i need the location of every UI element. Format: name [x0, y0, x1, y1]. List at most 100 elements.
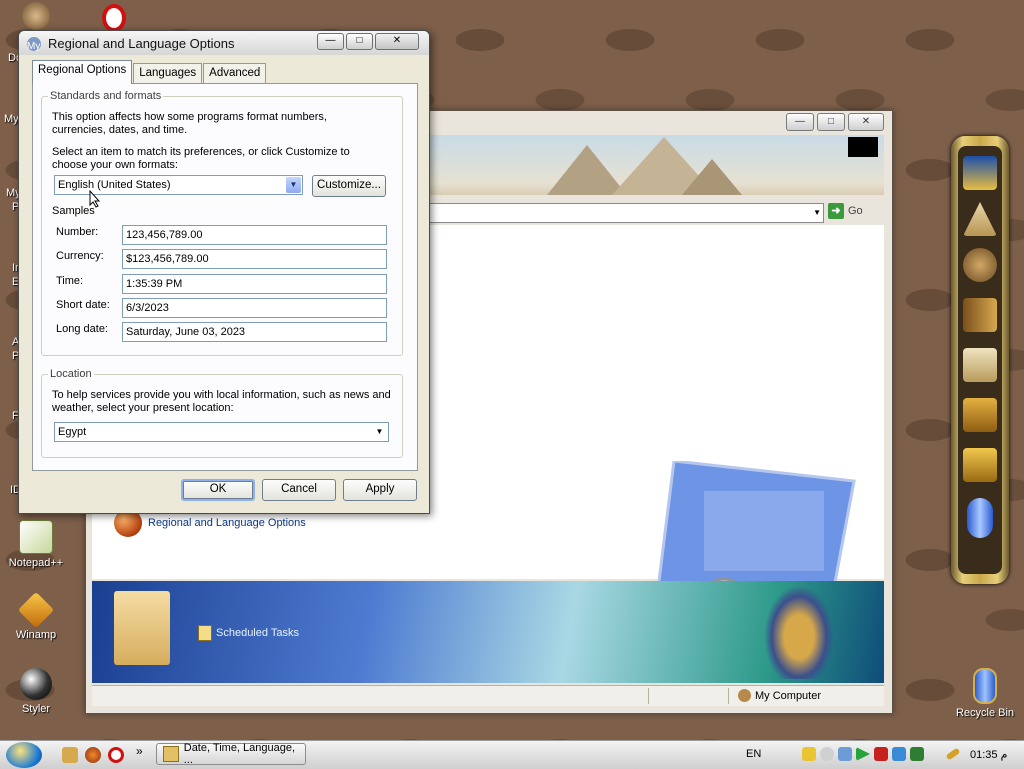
desktop-icon-recycle-bin[interactable]: Recycle Bin: [949, 668, 1021, 719]
customize-button[interactable]: Customize...: [312, 175, 386, 197]
folder-icon: [163, 746, 179, 762]
isis-figure-icon: [764, 585, 834, 679]
pharaoh-mask-icon[interactable]: [963, 156, 997, 190]
go-arrow-icon: ➜: [828, 203, 844, 219]
scheduled-tasks-icon: [198, 625, 212, 641]
tab-languages[interactable]: Languages: [133, 63, 203, 83]
battery-icon[interactable]: [910, 747, 924, 761]
cartouche-icon[interactable]: [967, 498, 993, 538]
sample-short-date-field: 6/3/2023: [122, 298, 387, 318]
status-location: My Computer: [738, 689, 821, 702]
standards-group: Standards and formats This option affect…: [41, 90, 403, 356]
scheduled-tasks-item[interactable]: Scheduled Tasks: [198, 625, 299, 641]
minimize-button[interactable]: —: [317, 33, 344, 50]
download-icon[interactable]: [892, 747, 906, 761]
desktop-documents-icon[interactable]: [22, 2, 50, 30]
window-footer-banner: Scheduled Tasks: [92, 581, 884, 683]
sample-time-field: 1:35:39 PM: [122, 274, 387, 294]
side-dock: [951, 136, 1009, 584]
harp-icon[interactable]: [963, 298, 997, 332]
sample-currency-field: $123,456,789.00: [122, 249, 387, 269]
smiley-icon[interactable]: [820, 747, 834, 761]
taskbar-clock[interactable]: 01:35 م: [970, 748, 1007, 761]
pencil-icon[interactable]: [945, 747, 961, 761]
desktop-icon-styler[interactable]: Styler: [0, 668, 72, 715]
location-select[interactable]: Egypt ▼: [54, 422, 389, 442]
pyramids-icon[interactable]: [963, 202, 997, 236]
sample-number-field: 123,456,789.00: [122, 225, 387, 245]
taskbar: » Date, Time, Language, ... EN 01:35 م: [0, 740, 1024, 769]
my-computer-icon: [738, 689, 751, 702]
select-format-description: Select an item to match its preferences,…: [52, 146, 350, 171]
minimize-button[interactable]: —: [786, 113, 814, 131]
scribe-statue-icon[interactable]: [963, 248, 997, 282]
desktop-icon-label: Recycle Bin: [955, 707, 1015, 719]
status-bar: My Computer: [92, 685, 884, 706]
window-controls: — □ ✕: [786, 113, 884, 131]
format-select-value: English (United States): [58, 179, 171, 191]
location-select-value: Egypt: [58, 426, 87, 438]
dialog-title-buttons: — □ ✕: [317, 33, 419, 50]
security-shield-icon[interactable]: [802, 747, 816, 761]
location-legend: Location: [48, 368, 94, 380]
maximize-button[interactable]: □: [817, 113, 845, 131]
windows-flag-icon: [848, 137, 878, 157]
close-button[interactable]: ✕: [848, 113, 884, 131]
language-indicator[interactable]: EN: [746, 748, 761, 760]
explorer-quicklaunch-icon[interactable]: [62, 747, 78, 763]
desktop-icon-label: Styler: [21, 703, 51, 715]
desktop-icon-winamp[interactable]: Winamp: [0, 591, 72, 641]
close-button[interactable]: ✕: [375, 33, 419, 50]
status-cell: [728, 688, 729, 704]
desktop-opera-icon[interactable]: [102, 4, 126, 32]
dock-inner: [958, 146, 1002, 574]
papyrus-book-icon[interactable]: [963, 348, 997, 382]
mouse-cursor-icon: [89, 190, 101, 208]
dialog-titlebar[interactable]: My Regional and Language Options — □ ✕: [19, 31, 429, 55]
taskbar-button-date-time[interactable]: Date, Time, Language, ...: [156, 742, 306, 766]
desktop-icon-label: Notepad++: [8, 557, 64, 569]
go-button[interactable]: ➜ Go: [828, 203, 878, 221]
apply-button[interactable]: Apply: [343, 479, 417, 501]
styler-icon: [20, 668, 52, 700]
sample-number-label: Number:: [56, 226, 99, 238]
network-icon[interactable]: [838, 747, 852, 761]
chevron-down-icon[interactable]: ▼: [372, 424, 387, 440]
regional-language-dialog[interactable]: My Regional and Language Options — □ ✕ R…: [18, 30, 430, 514]
standards-description: This option affects how some programs fo…: [52, 111, 327, 136]
tab-panel: Standards and formats This option affect…: [32, 83, 418, 471]
folder-icon: [114, 591, 170, 665]
status-location-label: My Computer: [755, 689, 822, 702]
scheduled-tasks-label: Scheduled Tasks: [216, 627, 299, 639]
status-cell: [648, 688, 649, 704]
ok-button[interactable]: OK: [181, 479, 255, 501]
tab-regional-options[interactable]: Regional Options: [32, 60, 133, 84]
go-label: Go: [848, 205, 863, 217]
sample-currency-label: Currency:: [56, 250, 104, 262]
standards-legend: Standards and formats: [48, 90, 164, 102]
opera-quicklaunch-icon[interactable]: [108, 747, 124, 763]
sample-short-date-label: Short date:: [56, 299, 110, 311]
location-description: To help services provide you with local …: [52, 389, 391, 414]
quicklaunch-more-icon[interactable]: »: [136, 744, 143, 758]
location-group: Location To help services provide you wi…: [41, 368, 403, 458]
start-orb-icon[interactable]: [6, 742, 42, 768]
maximize-button[interactable]: □: [346, 33, 373, 50]
tab-advanced[interactable]: Advanced: [203, 63, 267, 83]
sample-long-date-field: Saturday, June 03, 2023: [122, 322, 387, 342]
tab-strip: Regional Options Languages Advanced: [32, 60, 267, 84]
register-icon[interactable]: [963, 448, 997, 482]
dialog-title: Regional and Language Options: [48, 36, 235, 51]
chevron-down-icon[interactable]: ▼: [813, 208, 821, 217]
chevron-down-icon[interactable]: ▼: [286, 177, 301, 193]
antivirus-icon[interactable]: [874, 747, 888, 761]
taskbar-button-label: Date, Time, Language, ...: [183, 742, 296, 766]
play-icon[interactable]: [856, 747, 870, 761]
tools-icon[interactable]: [963, 398, 997, 432]
firefox-quicklaunch-icon[interactable]: [85, 747, 101, 763]
regional-language-label: Regional and Language Options: [148, 517, 306, 529]
notepadpp-icon: [19, 520, 53, 554]
desktop-icon-notepadpp[interactable]: Notepad++: [0, 520, 72, 569]
cancel-button[interactable]: Cancel: [262, 479, 336, 501]
title-prefix: My: [27, 41, 41, 52]
